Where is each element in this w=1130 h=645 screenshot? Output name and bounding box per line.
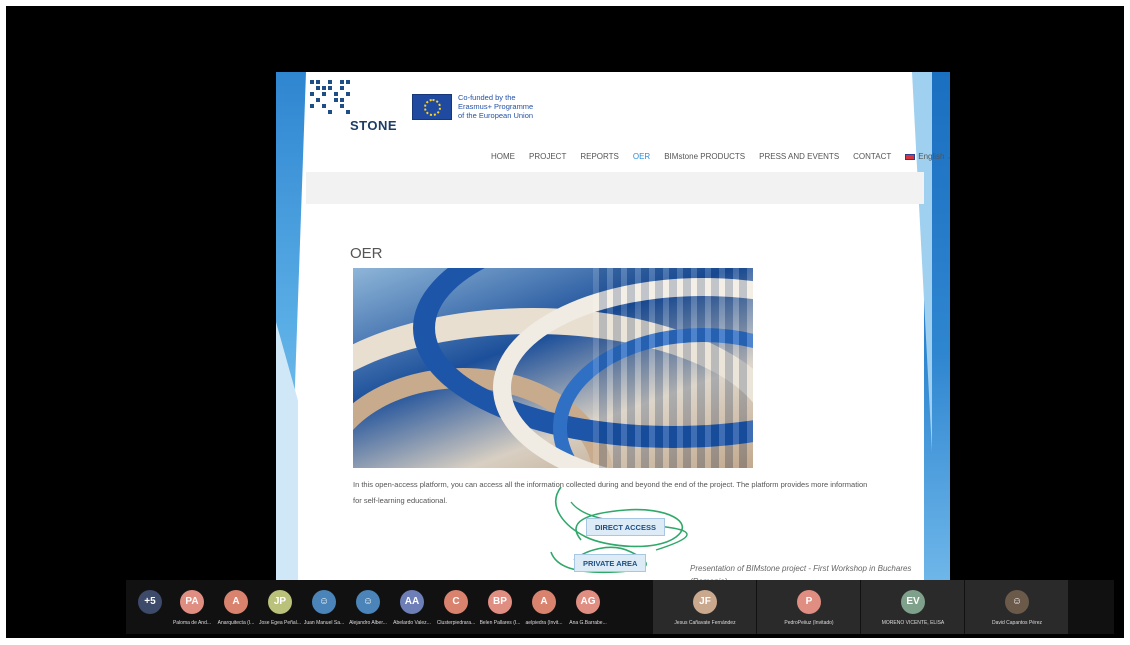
participant-tile[interactable]: ☺ David Capantos Pérez <box>964 580 1068 634</box>
participant-avatar[interactable]: BP <box>488 590 512 614</box>
participants-bar: +5 PA Paloma de And... A Anarquitecta (I... J… <box>126 580 1114 634</box>
participant-avatar: JF <box>693 590 717 614</box>
participant-name: MORENO VICENTE, ELISA <box>881 620 945 626</box>
nav-oer[interactable]: OER <box>633 152 650 161</box>
participant-tile[interactable]: P PedroPeiiuz (Invitado) <box>756 580 860 634</box>
nav-home[interactable]: HOME <box>491 152 515 161</box>
participant-name: David Capantos Pérez <box>991 620 1043 626</box>
uk-flag-icon <box>905 153 916 160</box>
participant-avatar[interactable]: JP <box>268 590 292 614</box>
language-selector[interactable]: English ⌄ <box>905 152 950 161</box>
participant-name: Jesus Cañavate Fernández <box>674 620 736 626</box>
participant-avatar[interactable]: ☺ <box>356 590 380 614</box>
more-participants-badge[interactable]: +5 <box>138 590 162 614</box>
logo-text: STONE <box>350 118 398 133</box>
page-banner <box>306 172 924 204</box>
page-title: OER <box>350 245 383 262</box>
nav-reports[interactable]: REPORTS <box>580 152 619 161</box>
participant-tile[interactable]: JF Jesus Cañavate Fernández <box>652 580 756 634</box>
participant-avatar: P <box>797 590 821 614</box>
participant-name: Ana G.Barrabe... <box>569 620 607 626</box>
participant-avatar: EV <box>901 590 925 614</box>
participant-avatar[interactable]: AA <box>400 590 424 614</box>
participant-avatar[interactable]: AG <box>576 590 600 614</box>
bimstone-logo[interactable]: STONE <box>302 78 397 133</box>
meeting-window: STONE Co-funded by the Erasmus+ Programm… <box>6 6 1124 638</box>
participant-tile[interactable]: EV MORENO VICENTE, ELISA <box>860 580 964 634</box>
nav-bimstone-products[interactable]: BIMstone PRODUCTS <box>664 152 745 161</box>
direct-access-button[interactable]: DIRECT ACCESS <box>586 518 665 536</box>
hero-building-image <box>353 268 753 468</box>
participant-avatar[interactable]: C <box>444 590 468 614</box>
participant-avatar: ☺ <box>1005 590 1029 614</box>
participant-avatar[interactable]: A <box>224 590 248 614</box>
participant-name: PedroPeiiuz (Invitado) <box>784 620 834 626</box>
main-nav: HOME PROJECT REPORTS OER BIMstone PRODUC… <box>491 152 950 161</box>
nav-contact[interactable]: CONTACT <box>853 152 891 161</box>
participant-avatar[interactable]: ☺ <box>312 590 336 614</box>
private-area-button[interactable]: PRIVATE AREA <box>574 554 647 572</box>
participant-avatar[interactable]: A <box>532 590 556 614</box>
shared-slide: STONE Co-funded by the Erasmus+ Programm… <box>276 72 950 584</box>
participant-avatar[interactable]: PA <box>180 590 204 614</box>
eu-cofunded-text: Co-funded by the Erasmus+ Programme of t… <box>458 93 534 120</box>
nav-project[interactable]: PROJECT <box>529 152 566 161</box>
eu-flag-icon <box>412 94 452 120</box>
right-decoration-light <box>912 72 932 452</box>
nav-press-and-events[interactable]: PRESS AND EVENTS <box>759 152 839 161</box>
